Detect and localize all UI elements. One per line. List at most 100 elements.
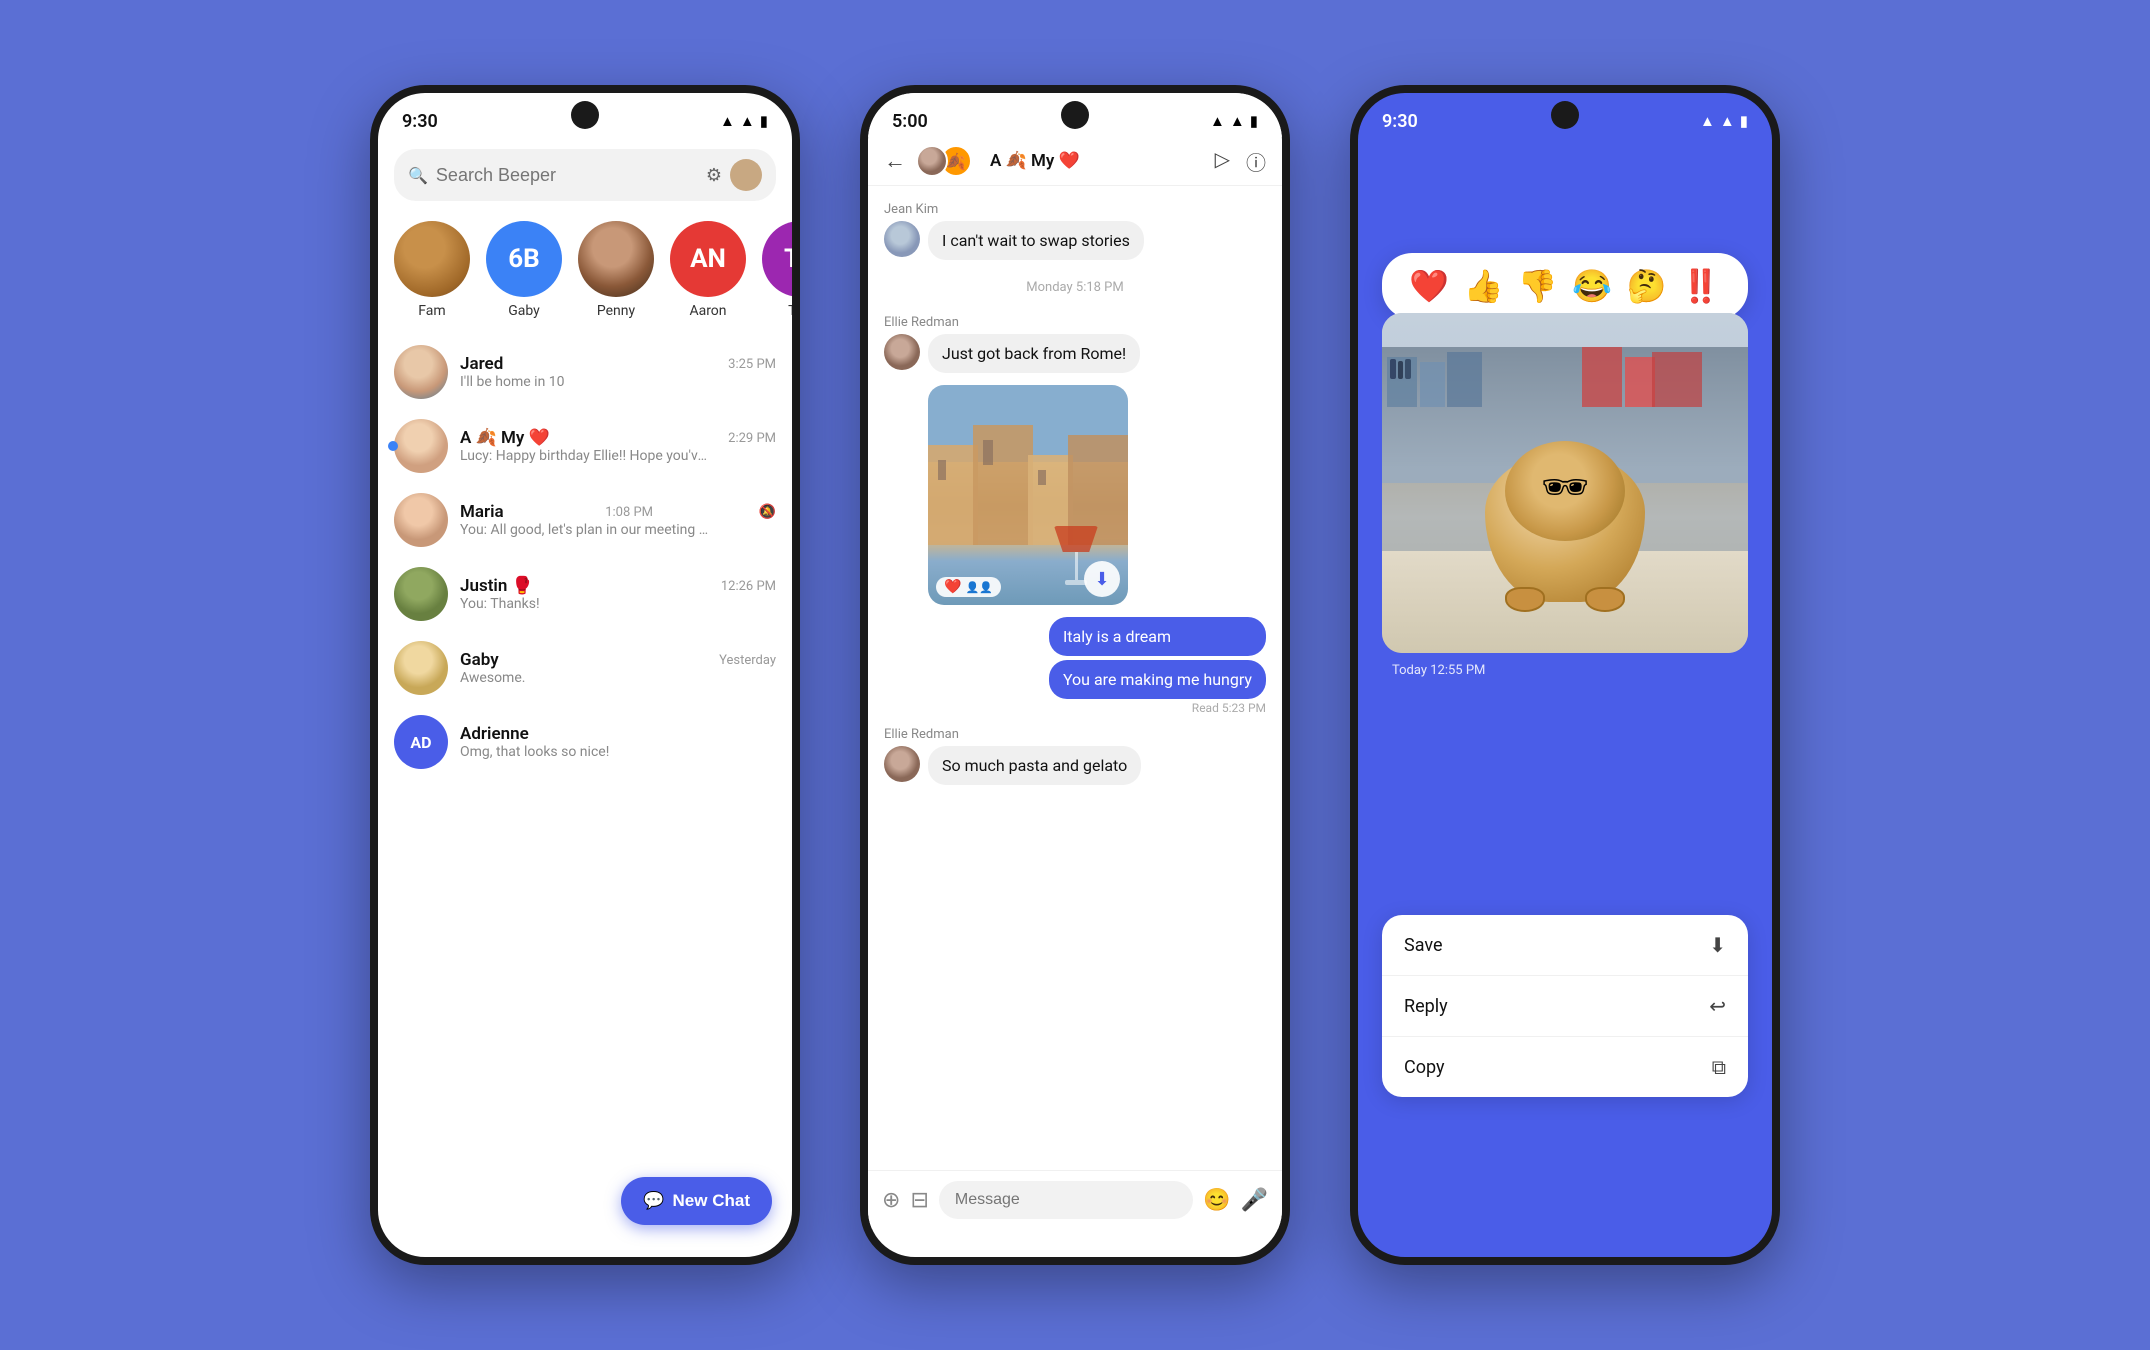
chat-name-adrienne: Adrienne [460,724,529,744]
aaron-unread-dot [734,285,744,295]
context-menu-copy[interactable]: Copy ⧉ [1382,1037,1748,1097]
status-bar-1: 9:30 ▲ ▲ ▮ [378,93,792,137]
context-menu: Save ⬇ Reply ↩ Copy ⧉ [1382,915,1748,1097]
chat-name-amy: A 🍂 My ❤️ [460,428,550,448]
video-call-icon[interactable]: ▷ [1215,147,1230,176]
chat-header: ← 🍂 A 🍂 My ❤️ ▷ ⓘ [868,137,1282,186]
search-input[interactable] [436,165,698,186]
context-menu-reply[interactable]: Reply ↩ [1382,976,1748,1037]
chat-name-justin: Justin 🥊 [460,576,533,596]
battery-icon: ▮ [760,112,768,130]
story-initials-tori: TS [784,244,792,274]
chat-avatar-adrienne: AD [394,715,448,769]
rome-image-bubble[interactable]: ❤️ 👤👤 ⬇ [928,385,1128,605]
status-bar-3: 9:30 ▲ ▲ ▮ [1358,93,1772,137]
add-icon[interactable]: ⊕ [882,1188,900,1213]
story-label-aaron: Aaron [689,303,726,319]
back-button[interactable]: ← [884,148,906,174]
search-bar[interactable]: 🔍 ⚙ [394,149,776,201]
save-icon: ⬇ [1709,933,1726,957]
date-separator-monday: Monday 5:18 PM [884,280,1266,295]
signal-icon-3: ▲ [1720,112,1735,130]
reaction-exclamation[interactable]: ‼️ [1681,267,1721,305]
message-mine-group: Italy is a dream You are making me hungr… [884,617,1266,715]
unread-dot-amy [388,441,398,451]
phone-1: 9:30 ▲ ▲ ▮ 🔍 ⚙ Fam 6B [370,85,800,1265]
story-tori[interactable]: TS Tori [762,221,792,319]
signal-icon: ▲ [740,112,755,130]
chat-name-jared: Jared [460,354,503,374]
chat-time-jared: 3:25 PM [728,357,776,372]
save-label: Save [1404,935,1443,956]
new-chat-button[interactable]: 💬 New Chat [621,1177,772,1225]
msg-sender-ellie1: Ellie Redman [884,315,1266,330]
info-icon[interactable]: ⓘ [1246,147,1266,176]
sticker-icon[interactable]: ⊟ [910,1188,928,1213]
phone1-content: 🔍 ⚙ Fam 6B Gaby Welcome to blue bubbles! [378,137,792,1257]
msg-bubble-mine1: Italy is a dream [1049,617,1266,656]
msg-bubble-jean: I can't wait to swap stories [928,221,1144,260]
dog-image-container[interactable]: 🕶 [1382,313,1748,653]
story-avatar-penny [578,221,654,297]
chat-item-adrienne[interactable]: AD Adrienne Omg, that looks so nice! [378,705,792,779]
chat-item-justin[interactable]: Justin 🥊 12:26 PM You: Thanks! [378,557,792,631]
gear-icon[interactable]: ⚙ [706,165,722,186]
story-label-gaby: Gaby [508,303,540,319]
status-icons-1: ▲ ▲ ▮ [720,112,768,130]
chat-name-maria: Maria [460,502,504,522]
download-button[interactable]: ⬇ [1084,561,1120,597]
msg-row-mine1: Italy is a dream You are making me hungr… [884,617,1266,699]
story-aaron[interactable]: AN Aaron [670,221,746,319]
story-penny[interactable]: Welcome to blue bubbles! Penny [578,221,654,319]
reaction-thinking[interactable]: 🤔 [1627,267,1667,305]
chat-avatar-amy [394,419,448,473]
chat-item-amy[interactable]: A 🍂 My ❤️ 2:29 PM Lucy: Happy birthday E… [378,409,792,483]
image-reaction: ❤️ 👤👤 [936,577,1001,597]
chat-avatar-maria [394,493,448,547]
chat-avatar-gaby [394,641,448,695]
chat-item-jared[interactable]: Jared 3:25 PM I'll be home in 10 [378,335,792,409]
heart-reaction: ❤️ [944,579,961,595]
wifi-icon-3: ▲ [1700,112,1715,130]
chat-name-row-justin: Justin 🥊 12:26 PM [460,576,776,596]
reaction-laugh[interactable]: 😂 [1572,267,1612,305]
chat-list: Jared 3:25 PM I'll be home in 10 A 🍂 My … [378,335,792,779]
story-avatar-tori: TS [762,221,792,297]
story-initials-aaron: AN [690,244,726,274]
chat-info-gaby: Gaby Yesterday Awesome. [460,650,776,686]
dog-paw-left [1505,587,1545,612]
reaction-thumbsup[interactable]: 👍 [1464,267,1504,305]
story-fam[interactable]: Fam [394,221,470,319]
user-avatar[interactable] [730,159,762,191]
wifi-icon: ▲ [720,112,735,130]
mute-icon-maria: 🔕 [759,504,776,520]
battery-icon-3: ▮ [1740,112,1748,130]
chat-preview-adrienne: Omg, that looks so nice! [460,744,710,760]
dog-paw-right [1585,587,1625,612]
phone-2: 5:00 ▲ ▲ ▮ ← 🍂 A 🍂 My ❤️ ▷ ⓘ Jean Kim I … [860,85,1290,1265]
header-avatar-1 [916,145,948,177]
msg-row-rome-image: ❤️ 👤👤 ⬇ [928,385,1266,605]
story-gaby[interactable]: 6B Gaby [486,221,562,319]
chat-item-gaby[interactable]: Gaby Yesterday Awesome. [378,631,792,705]
context-menu-save[interactable]: Save ⬇ [1382,915,1748,976]
message-input[interactable] [939,1181,1193,1219]
status-bar-2: 5:00 ▲ ▲ ▮ [868,93,1282,137]
message-ellie3: Ellie Redman So much pasta and gelato [884,727,1266,785]
chat-preview-maria: You: All good, let's plan in our meeting… [460,522,710,538]
emoji-icon[interactable]: 😊 [1203,1188,1230,1213]
msg-row-jean: I can't wait to swap stories [884,221,1266,260]
chat-preview-gaby: Awesome. [460,670,710,686]
reaction-thumbsdown[interactable]: 👎 [1518,267,1558,305]
camera-notch-3 [1551,101,1579,129]
chat-item-maria[interactable]: Maria 1:08 PM 🔕 You: All good, let's pla… [378,483,792,557]
story-label-fam: Fam [418,303,445,319]
chat-time-maria: 1:08 PM [605,505,653,520]
chat-time-justin: 12:26 PM [721,579,776,594]
chat-info-amy: A 🍂 My ❤️ 2:29 PM Lucy: Happy birthday E… [460,428,776,464]
mic-icon[interactable]: 🎤 [1241,1188,1268,1213]
reaction-heart[interactable]: ❤️ [1409,267,1449,305]
read-receipt: Read 5:23 PM [884,701,1266,715]
message-jean1: Jean Kim I can't wait to swap stories [884,202,1266,260]
chat-time-amy: 2:29 PM [728,431,776,446]
